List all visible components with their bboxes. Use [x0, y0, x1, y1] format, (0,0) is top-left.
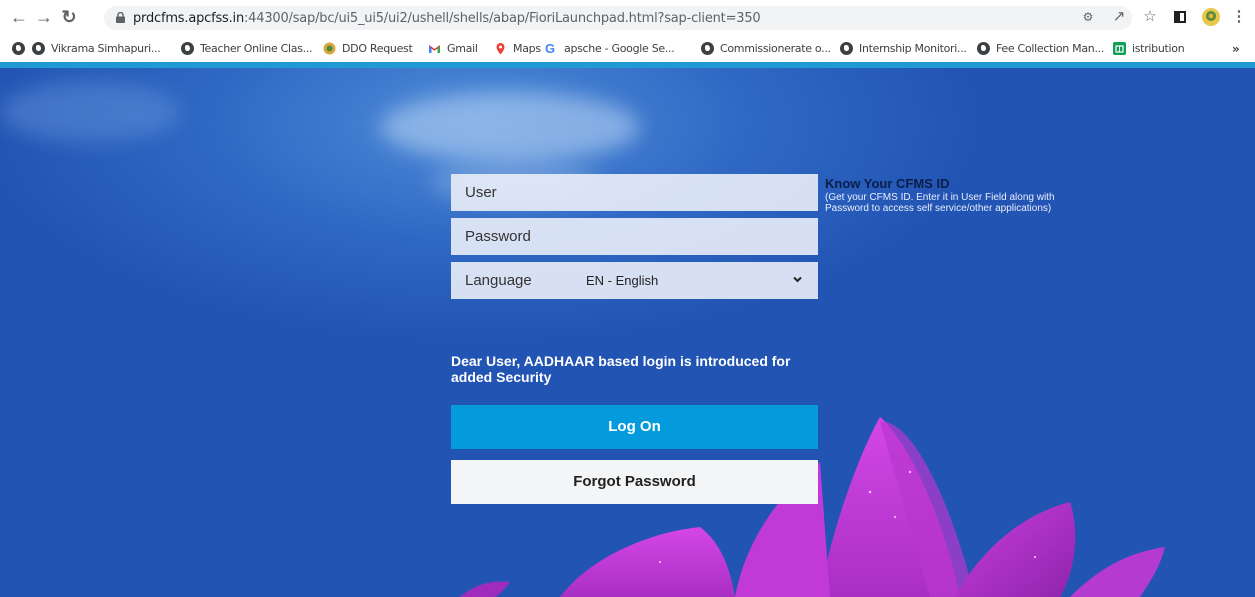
more-bookmarks-button[interactable]: » — [1232, 40, 1240, 57]
chevron-down-icon — [793, 276, 802, 283]
bookmarks-bar: Vikrama Simhapuri... Teacher Online Clas… — [0, 35, 1255, 62]
user-input[interactable] — [451, 174, 818, 211]
url-text: prdcfms.apcfss.in:44300/sap/bc/ui5_ui5/u… — [133, 11, 761, 26]
cfms-id-title: Know Your CFMS ID — [825, 176, 950, 191]
back-icon[interactable]: ← — [8, 6, 30, 28]
forward-icon[interactable]: → — [33, 6, 55, 28]
bookmark-item[interactable]: Internship Monitori... — [840, 40, 967, 57]
log-on-button[interactable]: Log On — [451, 405, 818, 449]
forgot-password-button[interactable]: Forgot Password — [451, 460, 818, 504]
bookmark-item[interactable]: DDO Request — [323, 40, 413, 57]
bookmark-item[interactable]: Fee Collection Man... — [977, 40, 1104, 57]
google-icon: G — [545, 41, 555, 56]
bookmark-item[interactable]: Gmail — [428, 40, 478, 57]
bookmark-star-icon[interactable]: ☆ — [1140, 7, 1160, 27]
lock-icon — [116, 12, 125, 23]
apps-globe-icon[interactable] — [12, 40, 31, 57]
bookmark-item[interactable]: Teacher Online Clas... — [181, 40, 313, 57]
language-label: Language — [465, 272, 532, 289]
bookmark-item[interactable]: istribution — [1113, 40, 1185, 57]
language-value: EN - English — [586, 273, 659, 288]
globe-icon — [181, 42, 194, 55]
side-panel-icon[interactable] — [1170, 7, 1190, 27]
flower-background-image — [460, 417, 1165, 597]
bookmark-item[interactable]: Vikrama Simhapuri... — [32, 40, 161, 57]
password-input[interactable] — [451, 218, 818, 255]
gmail-icon — [429, 45, 440, 53]
key-icon[interactable]: ⚙ — [1078, 7, 1098, 27]
bookmark-item[interactable]: Gapsche - Google Se... — [545, 40, 675, 57]
sheets-icon — [1113, 42, 1126, 55]
browser-toolbar: ← → ↻ prdcfms.apcfss.in:44300/sap/bc/ui5… — [0, 0, 1255, 35]
login-page: Language EN - English Know Your CFMS ID … — [0, 62, 1255, 597]
aadhaar-notice: Dear User, AADHAAR based login is introd… — [451, 353, 791, 385]
globe-icon — [32, 42, 45, 55]
bookmark-item[interactable]: Maps — [494, 40, 541, 57]
maps-icon — [496, 43, 505, 55]
globe-icon — [840, 42, 853, 55]
globe-icon — [701, 42, 714, 55]
reload-icon[interactable]: ↻ — [58, 6, 80, 28]
globe-icon — [977, 42, 990, 55]
language-select[interactable]: Language EN - English — [451, 262, 818, 299]
cfms-id-description: (Get your CFMS ID. Enter it in User Fiel… — [825, 192, 1055, 214]
share-icon[interactable]: ↗ — [1109, 7, 1129, 27]
address-bar[interactable]: prdcfms.apcfss.in:44300/sap/bc/ui5_ui5/u… — [104, 6, 1132, 30]
menu-kebab-icon[interactable]: ⋮ — [1229, 7, 1249, 27]
bookmark-item[interactable]: Commissionerate o... — [701, 40, 831, 57]
ddo-logo-icon — [323, 42, 336, 55]
profile-avatar-icon[interactable] — [1201, 7, 1221, 27]
